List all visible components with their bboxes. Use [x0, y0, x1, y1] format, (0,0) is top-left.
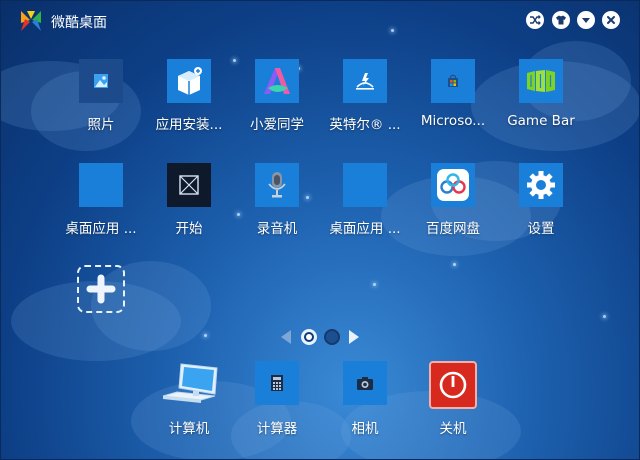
app-photos[interactable]: 照片: [53, 59, 149, 151]
app-label: 桌面应用 ...: [329, 221, 401, 237]
app-desktop-app-1[interactable]: 桌面应用 ...: [53, 163, 149, 255]
chevron-down-icon: [582, 18, 590, 23]
app-start[interactable]: 开始: [141, 163, 237, 255]
tshirt-icon: [556, 15, 566, 25]
app-settings[interactable]: 设置: [493, 163, 589, 255]
app-baidu-netdisk[interactable]: 百度网盘: [405, 163, 501, 255]
photos-icon: [79, 59, 123, 103]
app-microsoft-store[interactable]: Microso...: [405, 59, 501, 151]
game-bar-icon: [519, 59, 563, 103]
xiaoai-icon: [255, 59, 299, 103]
app-app-installer[interactable]: 应用安装...: [141, 59, 237, 151]
app-voice-recorder[interactable]: 录音机: [229, 163, 325, 255]
next-page-button[interactable]: [349, 330, 359, 344]
blank-tile-icon: [343, 163, 387, 207]
app-label: 英特尔® ...: [329, 117, 401, 133]
app-logo-icon: [21, 11, 41, 31]
dock-shutdown[interactable]: 关机: [405, 361, 501, 441]
background-star: [603, 315, 606, 318]
app-installer-icon: [167, 59, 211, 103]
app-label: 设置: [527, 221, 555, 237]
background-star: [453, 263, 456, 266]
plus-icon: [86, 274, 116, 304]
close-button[interactable]: [602, 11, 620, 29]
computer-icon: [151, 361, 227, 405]
page-dot-1[interactable]: [301, 329, 317, 345]
power-icon: [429, 361, 477, 409]
app-label: Microso...: [420, 113, 486, 129]
app-xiaoai[interactable]: 小爱同学: [229, 59, 325, 151]
start-icon: [167, 163, 211, 207]
dock-label: 计算器: [256, 421, 298, 437]
close-icon: [607, 16, 615, 24]
add-app-button[interactable]: [77, 265, 125, 313]
dock-label: 计算机: [168, 421, 210, 437]
intel-graphics-icon: [343, 59, 387, 103]
camera-icon: [343, 361, 387, 405]
app-label: 录音机: [256, 221, 298, 237]
dock-camera[interactable]: 相机: [317, 361, 413, 441]
background-star: [204, 334, 207, 337]
blank-tile-icon: [79, 163, 123, 207]
app-label: 小爱同学: [250, 117, 304, 133]
app-label: 百度网盘: [426, 221, 480, 237]
microsoft-store-icon: [431, 59, 475, 103]
app-label: Game Bar: [507, 113, 575, 129]
dock-label: 关机: [439, 421, 467, 437]
shuffle-button[interactable]: [526, 11, 544, 29]
settings-gear-icon: [519, 163, 563, 207]
background-star: [373, 283, 376, 286]
menu-button[interactable]: [577, 11, 595, 29]
voice-recorder-icon: [255, 163, 299, 207]
previous-page-button[interactable]: [281, 330, 291, 344]
app-label: 应用安装...: [155, 117, 223, 133]
desktop-window: 微酷桌面 照片 应用安装... 小爱同学 英特尔® ... Microso...…: [0, 0, 640, 460]
app-game-bar[interactable]: Game Bar: [493, 59, 589, 151]
skin-button[interactable]: [552, 11, 570, 29]
shuffle-icon: [530, 15, 541, 25]
dock-label: 相机: [351, 421, 379, 437]
calculator-icon: [255, 361, 299, 405]
app-intel-graphics[interactable]: 英特尔® ...: [317, 59, 413, 151]
title-bar: 微酷桌面: [1, 1, 639, 39]
page-dot-2[interactable]: [324, 329, 340, 345]
dock-computer[interactable]: 计算机: [141, 361, 237, 441]
page-indicator: [281, 328, 365, 346]
window-title: 微酷桌面: [51, 15, 107, 31]
app-label: 开始: [175, 221, 203, 237]
baidu-netdisk-icon: [431, 163, 475, 207]
app-label: 桌面应用 ...: [65, 221, 137, 237]
app-desktop-app-2[interactable]: 桌面应用 ...: [317, 163, 413, 255]
dock-calculator[interactable]: 计算器: [229, 361, 325, 441]
app-label: 照片: [87, 117, 115, 133]
